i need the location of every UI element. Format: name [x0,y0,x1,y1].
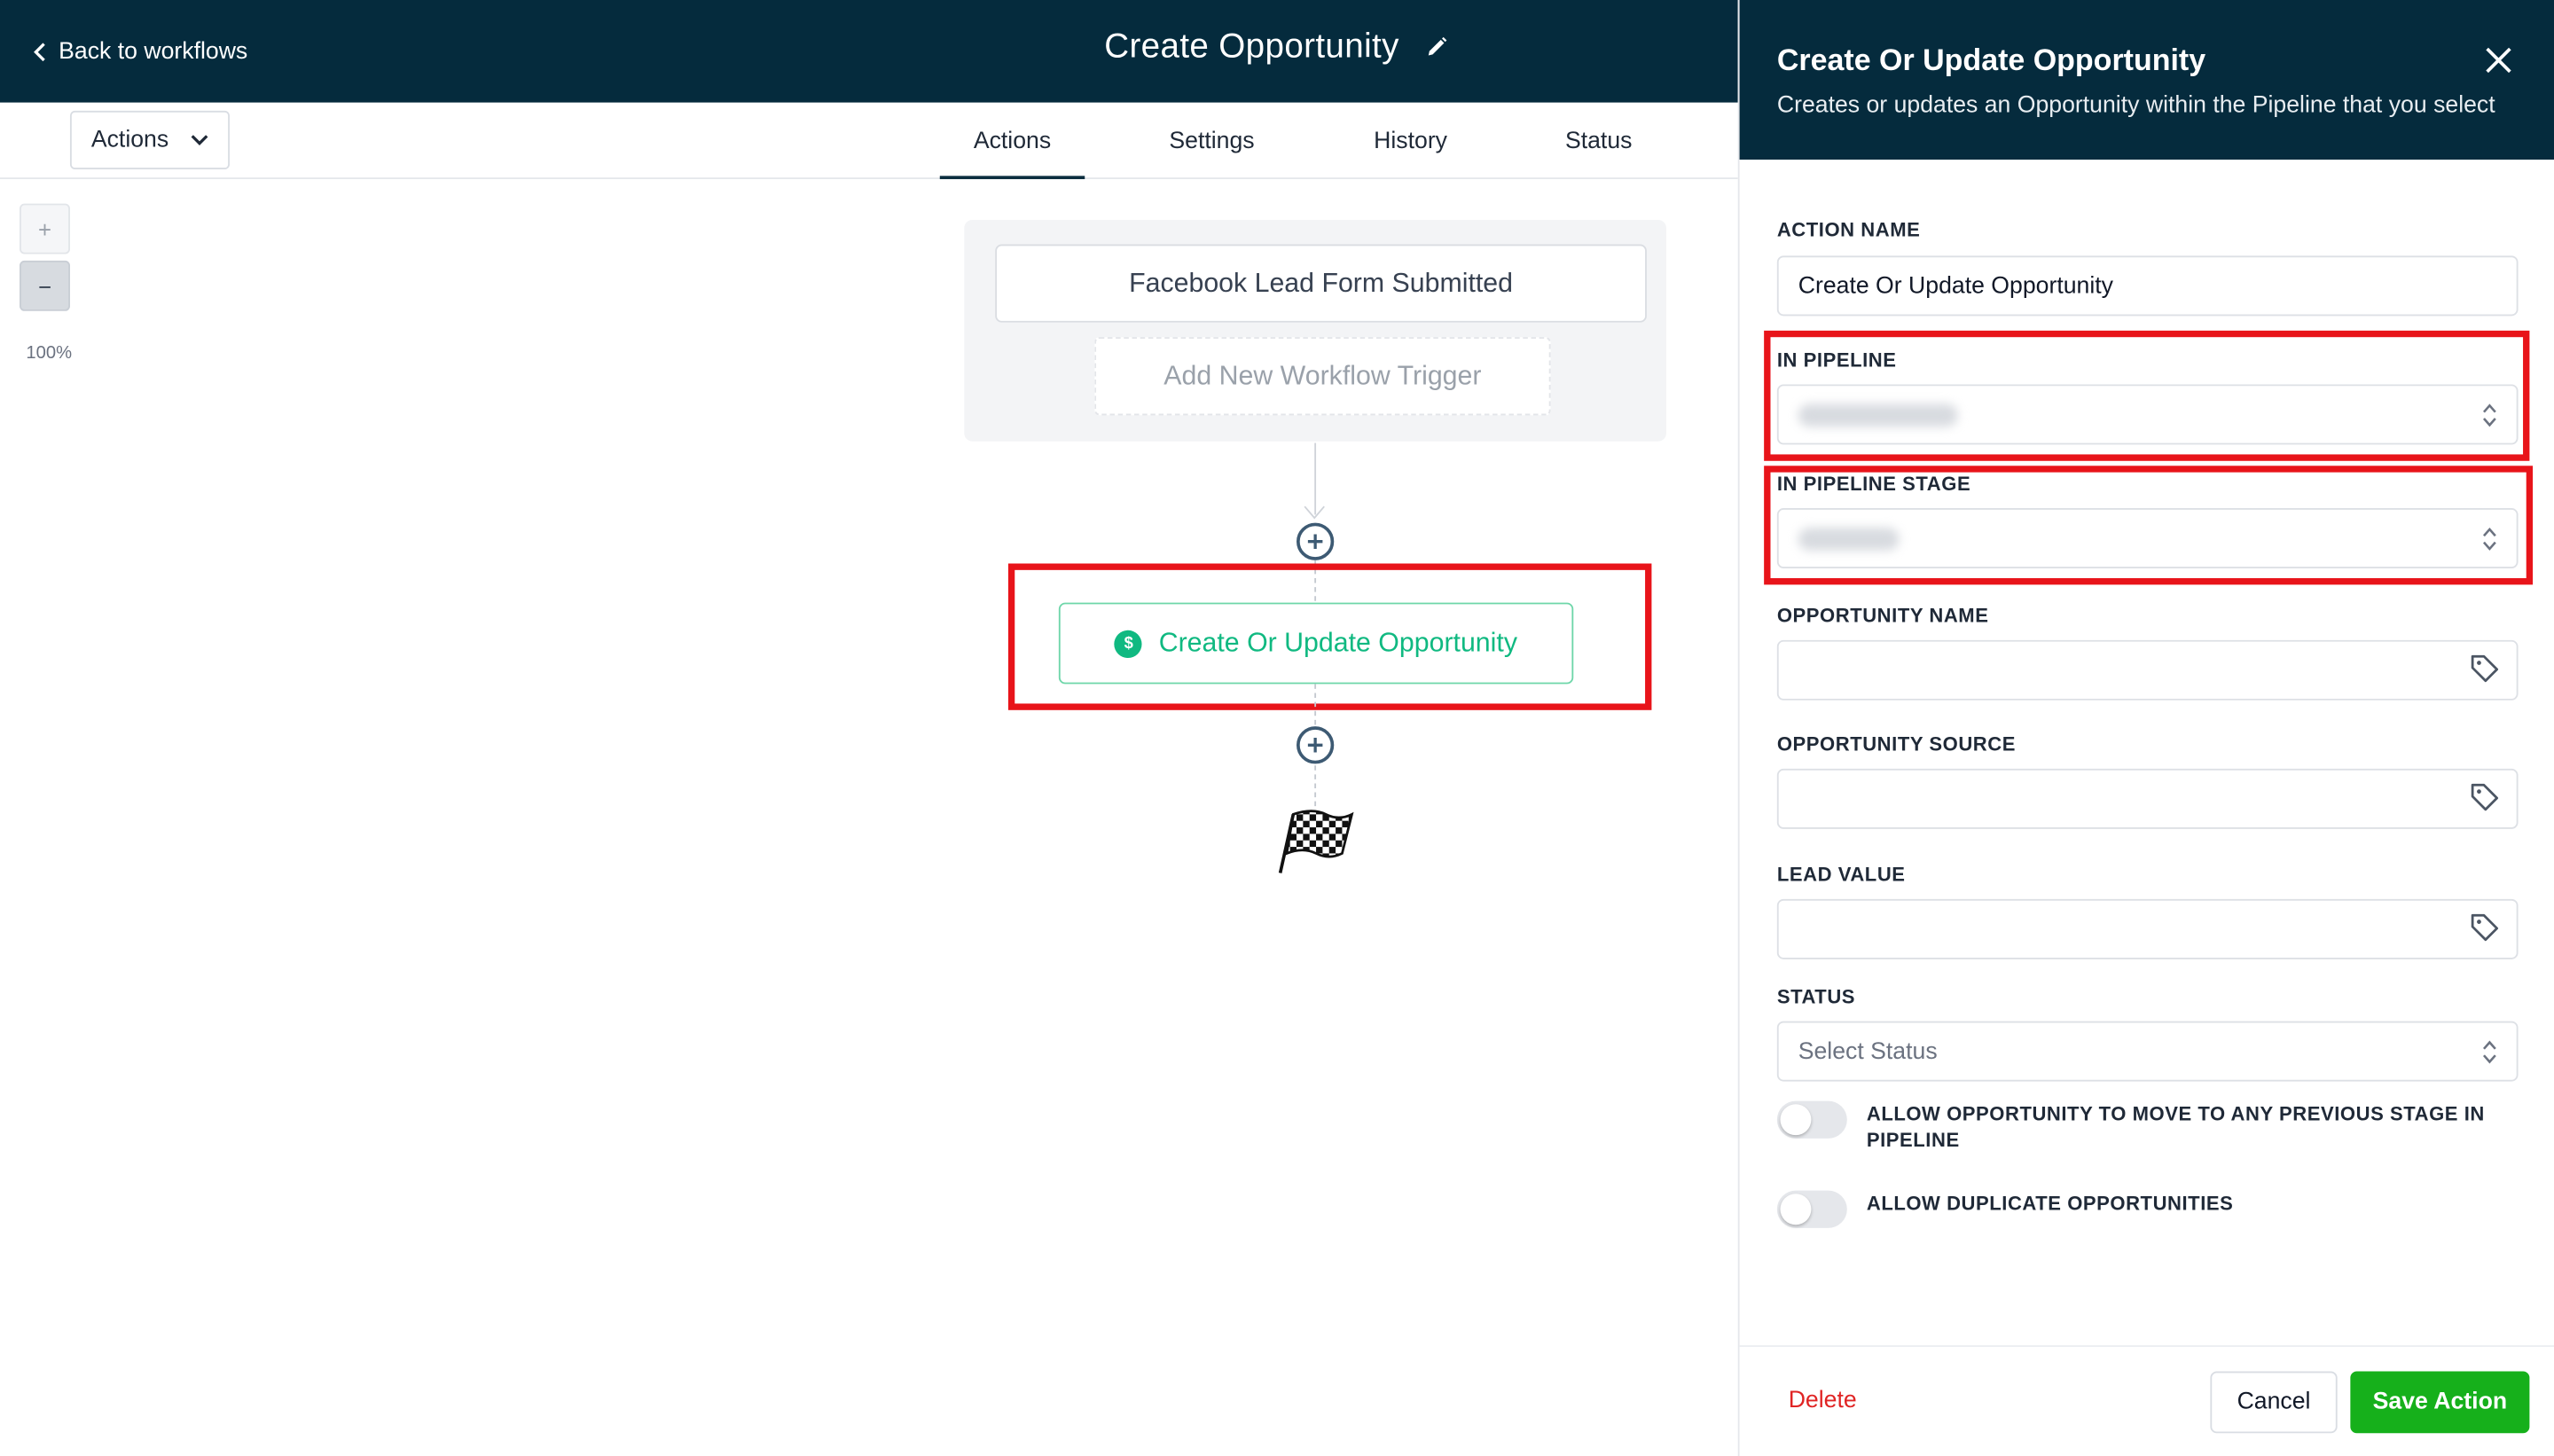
back-to-workflows-link[interactable]: Back to workflows [33,33,248,72]
top-header: Back to workflows [0,0,1738,103]
tab-status[interactable]: Status [1482,103,1715,179]
tab-status-label: Status [1564,128,1633,154]
trigger-container: Facebook Lead Form Submitted Add New Wor… [964,219,1666,442]
panel-title: Create Or Update Opportunity [1776,42,2206,77]
opportunity-name-field [1740,639,2554,701]
in-pipeline-stage-select[interactable] [1776,508,2519,569]
pencil-edit-icon[interactable] [1425,35,1448,59]
lead-value-label: LEAD VALUE [1776,863,1906,887]
chevron-up-down-icon [2482,403,2496,427]
tag-icon[interactable] [2469,782,2500,813]
save-action-button[interactable]: Save Action [2350,1371,2530,1434]
workflow-title: Create Opportunity [1104,27,1399,66]
connector-line [1314,684,1317,725]
in-pipeline-stage-label: IN PIPELINE STAGE [1776,472,1971,496]
tab-settings-label: Settings [1169,128,1255,154]
allow-duplicates-label: ALLOW DUPLICATE OPPORTUNITIES [1866,1192,2234,1216]
actions-dropdown-label: Actions [90,127,169,153]
chevron-up-down-icon [2482,527,2496,551]
zoom-out-button[interactable]: − [20,260,70,311]
lead-value-input[interactable] [1776,898,2519,959]
sub-toolbar: Actions Actions Settings History Status [0,102,1738,181]
tag-icon[interactable] [2469,912,2500,943]
chevron-up-down-icon [2482,1039,2496,1063]
close-icon[interactable] [2484,45,2513,74]
redacted-value [1798,403,1958,427]
tab-actions[interactable]: Actions [939,103,1085,181]
tag-icon[interactable] [2469,654,2500,685]
actions-dropdown[interactable]: Actions [69,110,230,170]
connector-line [1314,765,1317,807]
action-create-or-update-opportunity[interactable]: $ Create Or Update Opportunity [1058,602,1574,685]
trigger-label: Facebook Lead Form Submitted [1129,268,1514,298]
tab-history[interactable]: History [1339,103,1483,179]
chevron-left-icon [34,43,45,62]
arrow-down-icon [1304,505,1325,520]
action-name-label: ACTION NAME [1776,218,1921,241]
opportunity-name-label: OPPORTUNITY NAME [1776,604,1989,628]
connector-line [1314,442,1317,515]
action-config-panel: Create Or Update Opportunity Creates or … [1737,0,2554,1456]
add-action-button[interactable] [1297,522,1335,560]
opportunity-source-label: OPPORTUNITY SOURCE [1776,732,2016,756]
add-trigger-label: Add New Workflow Trigger [1163,360,1482,390]
workflow-tabs: Actions Settings History Status [939,103,1715,181]
allow-duplicates-row: ALLOW DUPLICATE OPPORTUNITIES [1776,1190,2502,1228]
add-workflow-trigger-button[interactable]: Add New Workflow Trigger [1094,337,1551,416]
status-placeholder: Select Status [1798,1037,1938,1065]
status-label: STATUS [1776,985,1856,1008]
in-pipeline-select[interactable] [1776,384,2519,445]
plus-icon [1307,738,1323,753]
zoom-level: 100% [26,343,73,364]
add-action-button[interactable] [1297,726,1335,764]
allow-previous-stage-row: ALLOW OPPORTUNITY TO MOVE TO ANY PREVIOU… [1776,1100,2502,1154]
tab-settings[interactable]: Settings [1085,103,1339,179]
tab-history-label: History [1374,128,1448,154]
panel-subtitle: Creates or updates an Opportunity within… [1776,92,2495,120]
back-link-label: Back to workflows [59,39,248,66]
panel-header: Create Or Update Opportunity Creates or … [1739,0,2554,160]
redacted-value [1798,527,1900,550]
finish-flag-icon [1278,810,1354,873]
opportunity-name-input[interactable] [1776,639,2519,701]
opportunity-source-field [1740,768,2554,829]
plus-icon [1307,534,1323,549]
lead-value-field [1740,898,2554,959]
chevron-down-icon [191,135,208,145]
status-select[interactable]: Select Status [1776,1021,2519,1082]
workflow-canvas[interactable]: + − 100% Facebook Lead Form Submitted Ad… [0,179,1738,1456]
panel-footer: Delete Cancel Save Action [1739,1345,2554,1456]
delete-button[interactable]: Delete [1789,1388,1857,1413]
zoom-controls: + − 100% [20,203,72,364]
allow-previous-stage-toggle[interactable] [1776,1100,1847,1139]
opportunity-source-input[interactable] [1776,768,2519,829]
action-name-input[interactable] [1776,255,2519,317]
trigger-facebook-lead-form[interactable]: Facebook Lead Form Submitted [995,244,1647,323]
in-pipeline-label: IN PIPELINE [1776,348,1897,372]
allow-duplicates-toggle[interactable] [1776,1190,1847,1228]
tab-actions-label: Actions [973,128,1052,154]
action-card-label: Create Or Update Opportunity [1158,628,1517,658]
zoom-in-button[interactable]: + [20,203,70,254]
dollar-icon: $ [1115,629,1143,658]
allow-previous-stage-label: ALLOW OPPORTUNITY TO MOVE TO ANY PREVIOU… [1866,1102,2485,1152]
cancel-button[interactable]: Cancel [2210,1371,2338,1434]
workflow-builder: Back to workflows Create Opportunity Act… [0,0,2554,1456]
